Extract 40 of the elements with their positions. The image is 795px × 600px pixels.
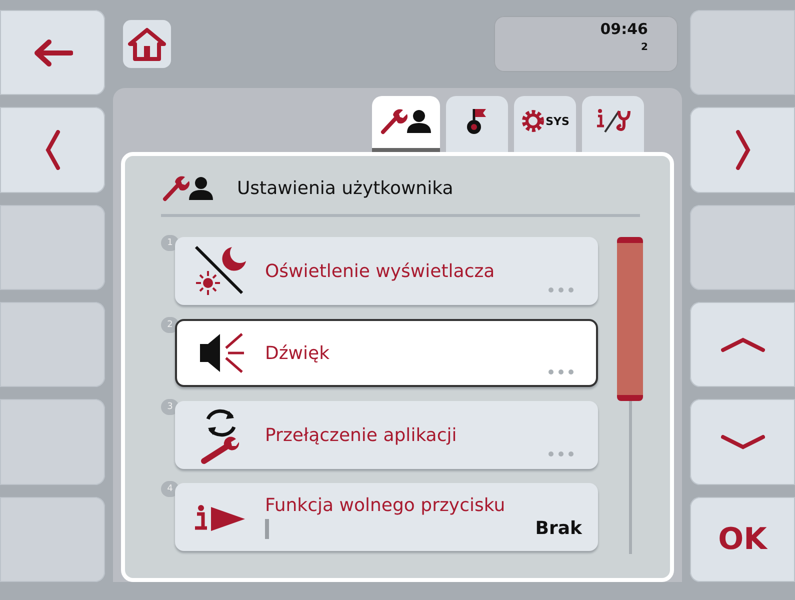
gear-icon [520,109,545,133]
settings-item[interactable]: Przełączenie aplikacji [175,401,598,469]
chevron-up-icon [720,336,764,353]
softkey[interactable] [0,302,105,388]
softkey[interactable] [0,399,105,485]
chevron-down-icon [720,434,764,450]
softkey[interactable] [0,204,105,290]
clock-time: 09:46 [600,20,648,38]
scroll-down-button[interactable] [690,399,795,485]
softkey[interactable] [690,204,795,290]
item-title: Dźwięk [265,342,331,364]
tab[interactable] [372,96,440,152]
previous-button[interactable] [0,107,105,193]
wrench-user-icon [379,107,433,135]
chevron-left-icon [44,130,60,170]
settings-item[interactable]: Dźwięk [175,319,598,387]
settings-item[interactable]: Funkcja wolnego przycisku Brak [175,483,598,551]
softkey[interactable] [690,10,795,96]
item-title: Funkcja wolnego przycisku [265,495,506,516]
item-title: Oświetlenie wyświetlacza [265,260,496,282]
status-counter: 2 [641,42,648,53]
settings-item[interactable]: Oświetlenie wyświetlacza [175,237,598,305]
back-button[interactable] [0,10,105,96]
scroll-up-button[interactable] [690,302,795,388]
next-button[interactable] [690,107,795,193]
chevron-right-icon [734,130,750,170]
softkey[interactable] [0,496,105,582]
tab[interactable]: SYS [514,96,576,152]
item-title: Przełączenie aplikacji [265,424,458,446]
home-button[interactable] [123,20,171,68]
more-icon [548,287,574,293]
panel-title: Ustawienia użytkownika [237,178,454,198]
scrollbar-thumb[interactable] [617,237,643,401]
wrench-user-icon [161,174,215,202]
back-arrow-icon [32,38,72,68]
item-value: Brak [535,518,582,539]
more-icon [548,451,574,457]
ok-button[interactable]: OK [690,496,795,582]
more-icon [548,369,574,375]
tab[interactable] [446,96,508,152]
